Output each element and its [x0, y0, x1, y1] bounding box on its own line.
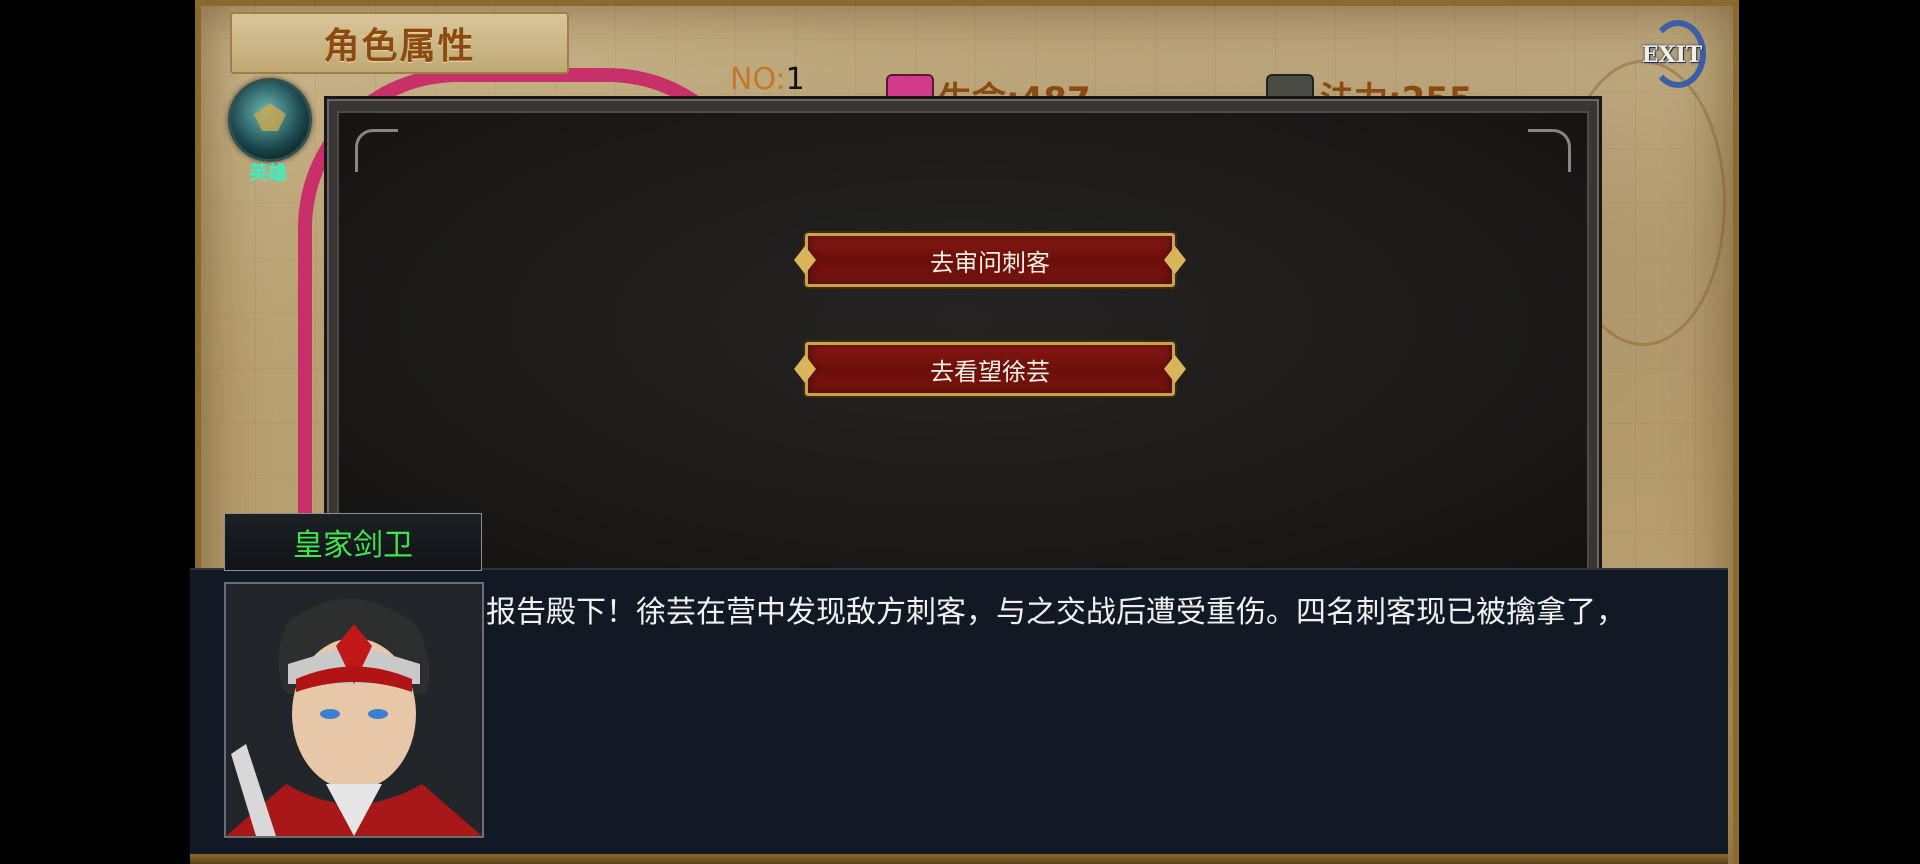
hero-rank-label: 英雄 — [248, 162, 287, 184]
character-number-value: 1 — [785, 62, 805, 97]
corner-ornament — [1528, 129, 1571, 172]
panel-title: 角色属性 — [323, 26, 476, 67]
character-number-prefix: NO: — [730, 62, 786, 97]
choice-dialog-body: 去审问刺客 去看望徐芸 — [337, 111, 1589, 579]
speaker-name-plate: 皇家剑卫 — [224, 513, 482, 571]
dialogue-text: 报告殿下！徐芸在营中发现敌方刺客，与之交战后遭受重伤。四名刺客现已被擒拿了， — [486, 595, 1626, 630]
speaker-name: 皇家剑卫 — [293, 528, 413, 563]
exit-button[interactable]: EXIT — [1632, 20, 1712, 90]
choice-label: 去审问刺客 — [930, 248, 1050, 277]
corner-ornament — [355, 129, 398, 172]
panel-title-banner: 角色属性 — [230, 12, 569, 74]
exit-label: EXIT — [1641, 42, 1703, 68]
speaker-portrait — [224, 582, 484, 838]
character-number: NO:1 — [730, 62, 805, 97]
hero-emblem-icon — [228, 78, 312, 162]
choice-button-interrogate[interactable]: 去审问刺客 — [805, 233, 1175, 287]
choice-label: 去看望徐芸 — [930, 357, 1050, 386]
choice-dialog: 去审问刺客 去看望徐芸 — [324, 96, 1602, 582]
choice-button-visit[interactable]: 去看望徐芸 — [805, 342, 1175, 396]
guard-portrait-icon — [226, 584, 482, 836]
game-screen: 角色属性 英雄 NO:1 生命:487 法力:255 EXIT 去审问刺客 去看… — [0, 0, 1920, 864]
panel-bottom-edge — [190, 854, 1728, 864]
